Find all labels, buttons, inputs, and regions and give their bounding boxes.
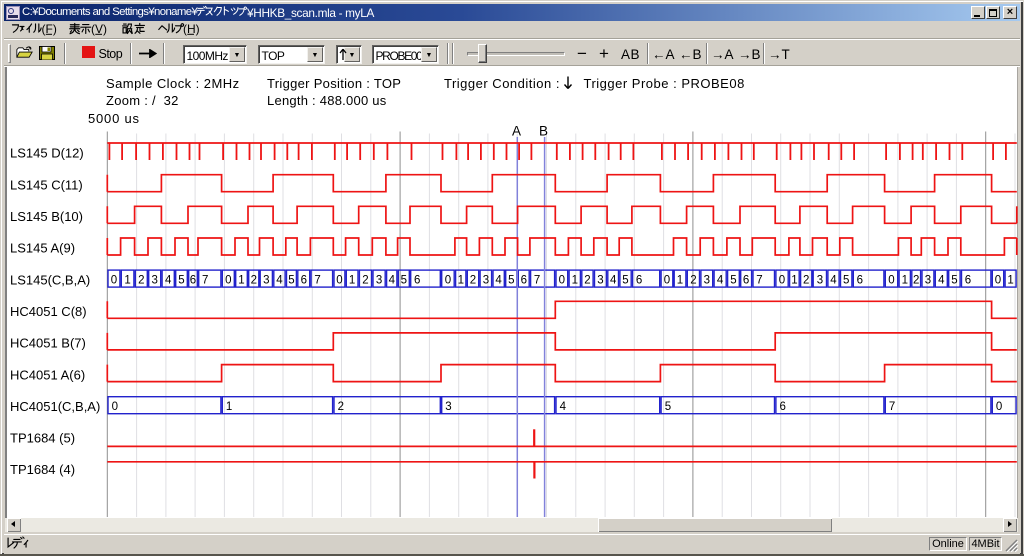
svg-text:TP1684 (5): TP1684 (5) xyxy=(10,431,75,446)
svg-text:3: 3 xyxy=(151,275,157,287)
svg-text:1: 1 xyxy=(902,275,908,287)
svg-text:0: 0 xyxy=(995,275,1001,287)
svg-text:B: B xyxy=(539,124,548,139)
svg-text:4: 4 xyxy=(276,275,283,287)
svg-text:LS145 B(10): LS145 B(10) xyxy=(10,209,83,224)
svg-text:0: 0 xyxy=(111,275,117,287)
svg-text:HC4051(C,B,A): HC4051(C,B,A) xyxy=(10,399,100,414)
svg-text:4: 4 xyxy=(938,275,945,287)
svg-text:3: 3 xyxy=(704,275,710,287)
svg-text:5: 5 xyxy=(508,275,514,287)
svg-text:0: 0 xyxy=(336,275,342,287)
svg-text:2: 2 xyxy=(338,401,344,413)
svg-text:2: 2 xyxy=(584,275,590,287)
svg-text:2: 2 xyxy=(470,275,476,287)
svg-text:6: 6 xyxy=(857,275,863,287)
svg-text:4: 4 xyxy=(165,275,172,287)
svg-text:4: 4 xyxy=(495,275,502,287)
svg-text:1: 1 xyxy=(226,401,232,413)
svg-text:5: 5 xyxy=(665,401,671,413)
svg-text:2: 2 xyxy=(362,275,368,287)
svg-text:2: 2 xyxy=(138,275,144,287)
svg-text:3: 3 xyxy=(817,275,823,287)
svg-text:4: 4 xyxy=(830,275,837,287)
svg-text:0: 0 xyxy=(664,275,670,287)
svg-text:5: 5 xyxy=(288,275,294,287)
svg-text:A: A xyxy=(512,124,521,139)
svg-text:3: 3 xyxy=(445,401,451,413)
svg-text:6: 6 xyxy=(190,275,196,287)
svg-text:TP1684 (4): TP1684 (4) xyxy=(10,462,75,477)
svg-text:0: 0 xyxy=(225,275,231,287)
svg-text:5: 5 xyxy=(178,275,184,287)
svg-text:1: 1 xyxy=(791,275,797,287)
svg-text:3: 3 xyxy=(597,275,603,287)
svg-text:4: 4 xyxy=(389,275,396,287)
svg-text:5: 5 xyxy=(401,275,407,287)
svg-text:0: 0 xyxy=(559,275,565,287)
svg-text:HC4051 A(6): HC4051 A(6) xyxy=(10,367,85,382)
svg-text:1: 1 xyxy=(124,275,130,287)
svg-text:6: 6 xyxy=(301,275,307,287)
svg-text:4: 4 xyxy=(610,275,617,287)
svg-text:5: 5 xyxy=(951,275,957,287)
svg-text:3: 3 xyxy=(483,275,489,287)
svg-text:0: 0 xyxy=(112,401,118,413)
svg-text:2: 2 xyxy=(251,275,257,287)
svg-text:0: 0 xyxy=(888,275,894,287)
svg-text:5: 5 xyxy=(730,275,736,287)
svg-text:6: 6 xyxy=(743,275,749,287)
svg-text:6: 6 xyxy=(965,275,971,287)
svg-text:7: 7 xyxy=(889,401,895,413)
svg-text:2: 2 xyxy=(803,275,809,287)
svg-text:4: 4 xyxy=(560,401,567,413)
svg-text:3: 3 xyxy=(925,275,931,287)
svg-text:1: 1 xyxy=(1007,275,1013,287)
svg-text:6: 6 xyxy=(414,275,420,287)
svg-text:0: 0 xyxy=(445,275,451,287)
svg-text:1: 1 xyxy=(349,275,355,287)
svg-text:1: 1 xyxy=(238,275,244,287)
svg-text:7: 7 xyxy=(202,275,208,287)
svg-text:6: 6 xyxy=(521,275,527,287)
svg-text:1: 1 xyxy=(572,275,578,287)
svg-text:7: 7 xyxy=(314,275,320,287)
svg-text:HC4051 B(7): HC4051 B(7) xyxy=(10,336,86,351)
svg-text:0: 0 xyxy=(996,401,1002,413)
svg-text:HC4051 C(8): HC4051 C(8) xyxy=(10,304,87,319)
svg-text:5: 5 xyxy=(622,275,628,287)
svg-text:0: 0 xyxy=(779,275,785,287)
svg-text:1: 1 xyxy=(458,275,464,287)
svg-text:LS145 D(12): LS145 D(12) xyxy=(10,146,84,161)
svg-text:7: 7 xyxy=(756,275,762,287)
svg-text:5: 5 xyxy=(843,275,849,287)
svg-text:1: 1 xyxy=(677,275,683,287)
svg-text:2: 2 xyxy=(913,275,919,287)
svg-text:6: 6 xyxy=(636,275,642,287)
svg-text:7: 7 xyxy=(534,275,540,287)
svg-text:6: 6 xyxy=(779,401,785,413)
svg-text:3: 3 xyxy=(376,275,382,287)
svg-text:4: 4 xyxy=(717,275,724,287)
svg-text:LS145 C(11): LS145 C(11) xyxy=(10,177,83,192)
svg-text:LS145 A(9): LS145 A(9) xyxy=(10,241,75,256)
svg-text:LS145(C,B,A): LS145(C,B,A) xyxy=(10,272,90,287)
svg-text:2: 2 xyxy=(690,275,696,287)
svg-text:3: 3 xyxy=(263,275,269,287)
